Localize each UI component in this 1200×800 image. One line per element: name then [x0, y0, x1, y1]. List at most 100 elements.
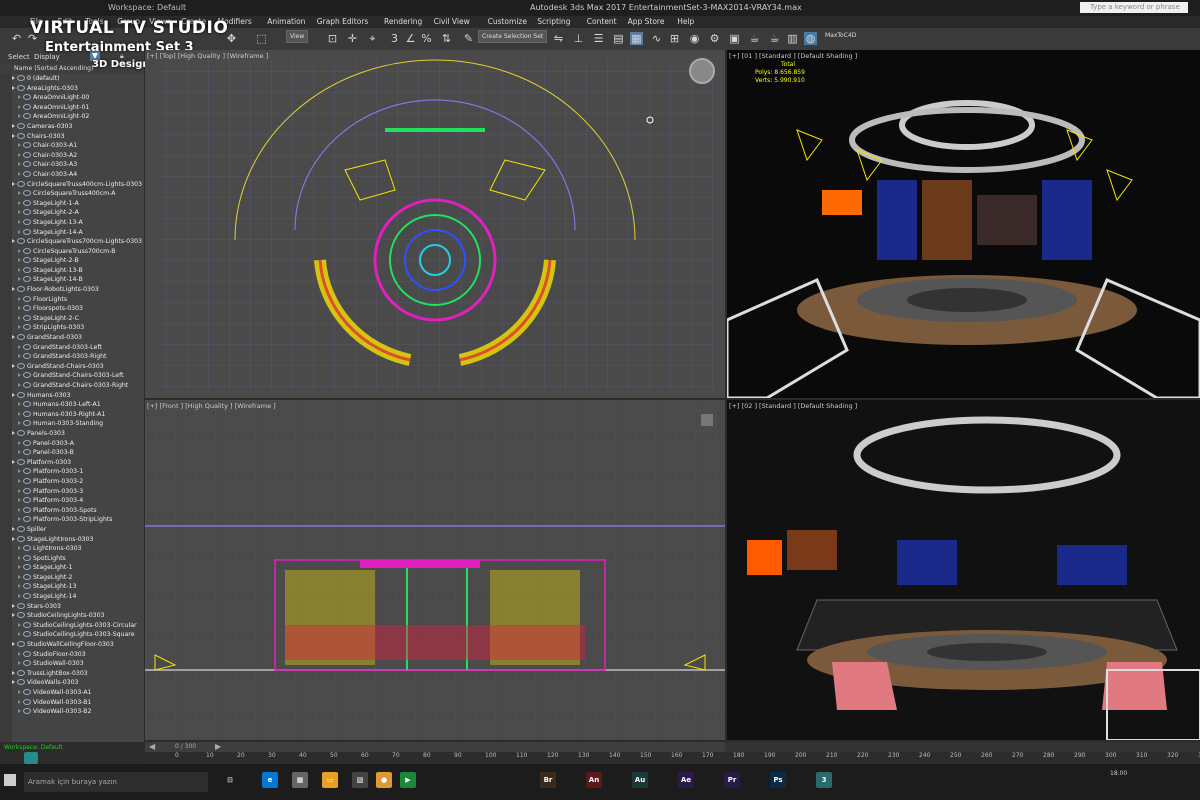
visibility-eye-icon[interactable] [23, 170, 31, 177]
visibility-eye-icon[interactable] [17, 429, 25, 436]
object-row[interactable]: FloorLights [12, 295, 144, 305]
object-chevron-icon[interactable] [18, 373, 21, 378]
expand-chevron-icon[interactable] [12, 459, 15, 464]
layer-row[interactable]: StudioCeilingLights-0303 [12, 611, 144, 621]
object-row[interactable]: StageLight-2-B [12, 256, 144, 266]
object-row[interactable]: CircleSquareTruss400cm-A [12, 189, 144, 199]
visibility-eye-icon[interactable] [23, 593, 31, 600]
visibility-eye-icon[interactable] [23, 295, 31, 302]
object-row[interactable]: GrandStand-0303-Left [12, 343, 144, 353]
object-row[interactable]: GrandStand-Chairs-0303-Right [12, 381, 144, 391]
layer-row[interactable]: Chairs-0303 [12, 132, 144, 142]
layer-row[interactable]: GrandStand-0303 [12, 333, 144, 343]
keyword-search-input[interactable]: Type a keyword or phrase [1080, 2, 1188, 13]
visibility-eye-icon[interactable] [23, 161, 31, 168]
maxtoc4d-label[interactable]: MaxToC4D [822, 30, 860, 41]
expand-chevron-icon[interactable] [12, 123, 15, 128]
object-row[interactable]: StageLight-14-A [12, 228, 144, 238]
object-row[interactable]: VideoWall-0303-A1 [12, 688, 144, 698]
material-editor-icon[interactable]: ◉ [688, 32, 701, 45]
object-row[interactable]: StageLight-2-A [12, 208, 144, 218]
object-chevron-icon[interactable] [18, 517, 21, 522]
object-chevron-icon[interactable] [18, 114, 21, 119]
ps-icon[interactable]: Ps [770, 772, 786, 788]
object-row[interactable]: StudioCeilingLights-0303-Square [12, 630, 144, 640]
object-row[interactable]: Platform-0303-1 [12, 467, 144, 477]
visibility-eye-icon[interactable] [23, 660, 31, 667]
object-row[interactable]: AreaOmniLight-01 [12, 103, 144, 113]
prev-frame-icon[interactable]: ◀ [149, 742, 155, 751]
object-chevron-icon[interactable] [18, 632, 21, 637]
visibility-eye-icon[interactable] [23, 266, 31, 273]
visibility-eye-icon[interactable] [17, 669, 25, 676]
visibility-eye-icon[interactable] [23, 103, 31, 110]
viewcube-icon[interactable] [689, 58, 715, 84]
workspace-selector[interactable]: Workspace: Default [108, 3, 186, 12]
render-production-icon[interactable]: ☕ [748, 32, 761, 45]
object-chevron-icon[interactable] [18, 229, 21, 234]
visibility-eye-icon[interactable] [23, 113, 31, 120]
visibility-eye-icon[interactable] [23, 382, 31, 388]
layer-row[interactable]: StageLightIrons-0303 [12, 535, 144, 545]
object-row[interactable]: StageLight-1 [12, 563, 144, 573]
object-row[interactable]: Humans-0303-Left-A1 [12, 400, 144, 410]
object-chevron-icon[interactable] [18, 191, 21, 196]
object-chevron-icon[interactable] [18, 574, 21, 579]
viewport-top-label[interactable]: [+] [Top] [High Quality ] [Wireframe ] [147, 52, 268, 60]
render-setup-icon[interactable]: ⚙ [708, 32, 721, 45]
time-slider[interactable]: 0 / 300 ◀ ▶ [145, 742, 725, 752]
object-chevron-icon[interactable] [18, 411, 21, 416]
visibility-eye-icon[interactable] [23, 218, 31, 225]
visibility-eye-icon[interactable] [17, 238, 25, 245]
pr-icon[interactable]: Pr [724, 772, 740, 788]
expand-chevron-icon[interactable] [12, 670, 15, 675]
layer-row[interactable]: Spiller [12, 525, 144, 535]
timeline-ruler[interactable]: 0 10 20 30 40 50 60 70 80 90 100 110 120 130 140 150 160… [145, 752, 1200, 764]
curve-editor-icon[interactable]: ∿ [650, 32, 663, 45]
edge-icon[interactable]: e [262, 772, 278, 788]
object-row[interactable]: Platform-0303-StripLights [12, 515, 144, 525]
object-chevron-icon[interactable] [18, 709, 21, 714]
visibility-eye-icon[interactable] [23, 257, 31, 264]
layer-row[interactable]: VideoWalls-0303 [12, 678, 144, 688]
visibility-eye-icon[interactable] [17, 535, 25, 542]
expand-chevron-icon[interactable] [12, 76, 15, 80]
visibility-eye-icon[interactable] [23, 506, 31, 513]
select-object-icon[interactable]: ⬚ [255, 32, 268, 45]
expand-chevron-icon[interactable] [12, 680, 15, 685]
visibility-eye-icon[interactable] [17, 84, 25, 91]
object-chevron-icon[interactable] [18, 258, 21, 263]
visibility-eye-icon[interactable] [23, 631, 31, 638]
object-row[interactable]: StageLight-13-B [12, 266, 144, 276]
visibility-eye-icon[interactable] [23, 545, 31, 552]
manipulate-icon[interactable]: ⌖ [366, 32, 379, 45]
object-row[interactable]: StripLights-0303 [12, 323, 144, 333]
render-iterative-icon[interactable]: ☕ [768, 32, 781, 45]
visibility-eye-icon[interactable] [23, 573, 31, 580]
object-chevron-icon[interactable] [18, 651, 21, 656]
visibility-eye-icon[interactable] [23, 449, 31, 456]
object-row[interactable]: VideoWall-0303-B2 [12, 707, 144, 717]
file-explorer-icon[interactable]: ▭ [322, 772, 338, 788]
object-row[interactable]: StudioCeilingLights-0303-Circular [12, 621, 144, 631]
object-chevron-icon[interactable] [18, 498, 21, 503]
object-chevron-icon[interactable] [18, 95, 21, 100]
object-row[interactable]: StageLight-14-B [12, 275, 144, 285]
visibility-eye-icon[interactable] [23, 439, 31, 446]
object-chevron-icon[interactable] [18, 555, 21, 560]
expand-chevron-icon[interactable] [12, 85, 15, 90]
visibility-eye-icon[interactable] [17, 286, 25, 293]
object-chevron-icon[interactable] [18, 344, 21, 349]
layer-explorer-icon[interactable]: ☰ [592, 32, 605, 45]
expand-chevron-icon[interactable] [12, 287, 15, 292]
object-chevron-icon[interactable] [18, 219, 21, 224]
visibility-eye-icon[interactable] [23, 209, 31, 216]
pivot-icon[interactable]: ⊡ [326, 32, 339, 45]
object-row[interactable]: VideoWall-0303-B1 [12, 698, 144, 708]
object-row[interactable]: Chair-0303-A1 [12, 141, 144, 151]
menu-app-store[interactable]: App Store [628, 17, 665, 26]
ae-icon[interactable]: Ae [678, 772, 694, 788]
visibility-eye-icon[interactable] [23, 228, 31, 235]
viewport-camera-01[interactable]: [+] [01 ] [Standard ] [Default Shading ]… [727, 50, 1200, 398]
visibility-eye-icon[interactable] [17, 612, 25, 619]
